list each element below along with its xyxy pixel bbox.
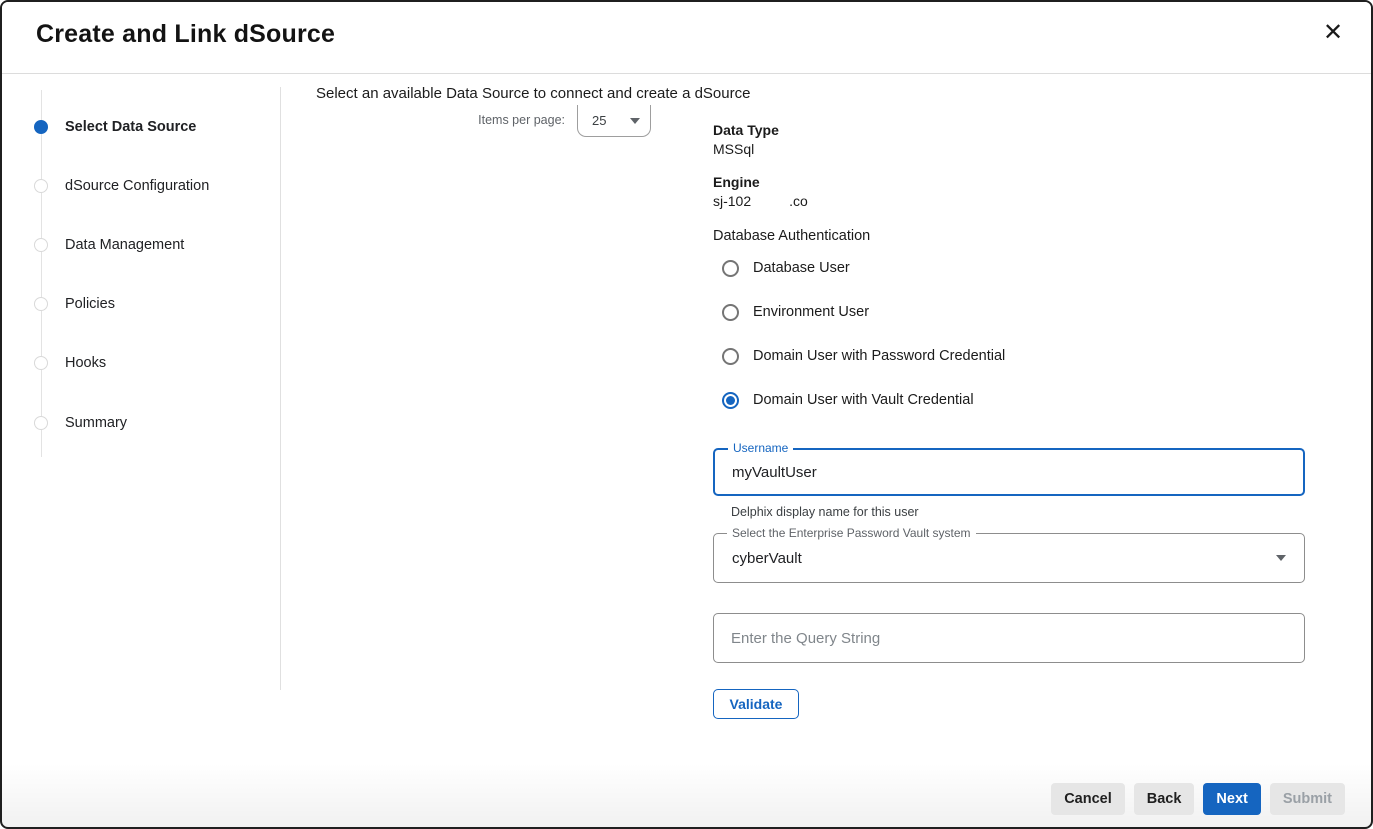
step-label: Hooks: [65, 355, 106, 371]
data-type-value: MSSql: [713, 141, 754, 157]
step-dot: [34, 297, 48, 311]
footer-actions: Cancel Back Next Submit: [1051, 783, 1345, 815]
query-string-field-container: [713, 613, 1305, 663]
step-active-dot: [34, 120, 48, 134]
stepper-item-select-data-source[interactable]: Select Data Source: [34, 116, 196, 138]
stepper-connector-line: [41, 90, 42, 457]
dialog-header: Create and Link dSource ✕: [2, 2, 1371, 74]
submit-button[interactable]: Submit: [1270, 783, 1345, 815]
username-field-label: Username: [728, 441, 793, 455]
radio-database-user[interactable]: Database User: [722, 257, 850, 279]
stepper-item-policies[interactable]: Policies: [34, 293, 115, 315]
username-input[interactable]: [715, 450, 1303, 494]
radio-selected-icon: [722, 392, 739, 409]
radio-domain-user-vault-credential[interactable]: Domain User with Vault Credential: [722, 389, 974, 411]
radio-label: Environment User: [753, 304, 869, 320]
stepper-item-summary[interactable]: Summary: [34, 412, 127, 434]
step-dot: [34, 238, 48, 252]
create-link-dsource-dialog: Create and Link dSource ✕ Select Data So…: [0, 0, 1373, 829]
vertical-divider: [280, 87, 281, 690]
radio-domain-user-password-credential[interactable]: Domain User with Password Credential: [722, 345, 1005, 367]
close-icon[interactable]: ✕: [1317, 16, 1349, 48]
cancel-button[interactable]: Cancel: [1051, 783, 1125, 815]
vault-select-value: cyberVault: [732, 550, 802, 567]
radio-icon: [722, 260, 739, 277]
items-per-page-value: 25: [592, 113, 606, 128]
step-dot: [34, 356, 48, 370]
engine-label: Engine: [713, 174, 760, 190]
engine-host: sj-102: [713, 193, 751, 209]
items-per-page-select[interactable]: 25: [577, 105, 651, 137]
engine-domain-suffix: .co: [789, 193, 808, 209]
chevron-down-icon: [630, 118, 640, 124]
engine-value: sj-102 .co: [713, 193, 808, 209]
step-label: dSource Configuration: [65, 178, 209, 194]
step-label: Select Data Source: [65, 119, 196, 135]
username-field-container: Username: [713, 448, 1305, 496]
stepper-item-hooks[interactable]: Hooks: [34, 352, 106, 374]
radio-label: Domain User with Vault Credential: [753, 392, 974, 408]
radio-environment-user[interactable]: Environment User: [722, 301, 869, 323]
step-dot: [34, 416, 48, 430]
chevron-down-icon: [1276, 555, 1286, 561]
stepper-item-data-management[interactable]: Data Management: [34, 234, 184, 256]
radio-label: Database User: [753, 260, 850, 276]
validate-button[interactable]: Validate: [713, 689, 799, 719]
vault-system-select[interactable]: Select the Enterprise Password Vault sys…: [713, 533, 1305, 583]
vault-select-label: Select the Enterprise Password Vault sys…: [727, 526, 976, 540]
page-title: Create and Link dSource: [36, 20, 335, 49]
query-string-input[interactable]: [714, 614, 1304, 662]
username-helper-text: Delphix display name for this user: [731, 505, 919, 519]
database-authentication-label: Database Authentication: [713, 228, 870, 244]
back-button[interactable]: Back: [1134, 783, 1195, 815]
section-heading: Select an available Data Source to conne…: [316, 85, 750, 102]
next-button[interactable]: Next: [1203, 783, 1260, 815]
step-label: Summary: [65, 415, 127, 431]
step-label: Policies: [65, 296, 115, 312]
step-dot: [34, 179, 48, 193]
radio-icon: [722, 304, 739, 321]
step-label: Data Management: [65, 237, 184, 253]
radio-label: Domain User with Password Credential: [753, 348, 1005, 364]
radio-icon: [722, 348, 739, 365]
items-per-page-label: Items per page:: [442, 113, 565, 127]
data-type-label: Data Type: [713, 122, 779, 138]
stepper-item-dsource-configuration[interactable]: dSource Configuration: [34, 175, 209, 197]
